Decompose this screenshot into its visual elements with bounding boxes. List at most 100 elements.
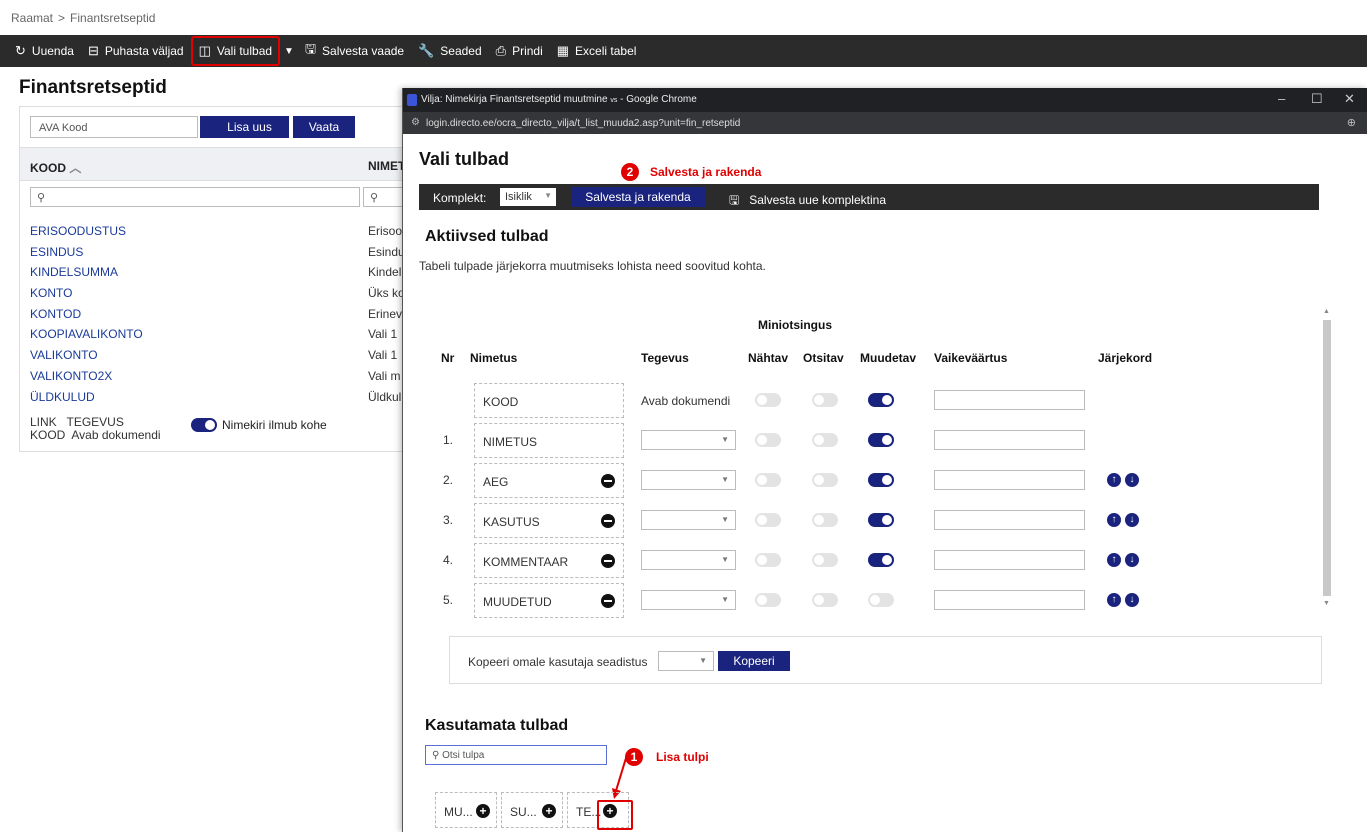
visible-toggle[interactable] (755, 593, 786, 610)
maximize-icon[interactable]: ☐ (1311, 91, 1323, 107)
toggle-switch[interactable] (812, 593, 838, 607)
scroll-up-icon[interactable]: ▲ (1323, 308, 1330, 315)
unused-column-card[interactable]: MU... + (435, 792, 497, 828)
remove-circle-icon[interactable] (601, 514, 615, 528)
save-as-new-set-button[interactable]: 🖫 Salvesta uue komplektina (729, 191, 886, 212)
print-button[interactable]: ⎙ Prindi (489, 35, 550, 67)
close-icon[interactable]: ✕ (1344, 91, 1355, 107)
view-dropdown-caret-icon[interactable]: ▼ (280, 46, 298, 57)
row-code-link[interactable]: ÜLDKULUD (30, 390, 95, 404)
column-card[interactable]: KOOD (474, 383, 624, 418)
visible-toggle[interactable] (755, 513, 786, 530)
column-header-name[interactable]: NIMET (368, 159, 405, 173)
scroll-down-icon[interactable]: ▼ (1323, 600, 1330, 607)
view-button[interactable]: Vaata (293, 116, 355, 138)
row-code-link[interactable]: VALIKONTO (30, 348, 98, 362)
action-select[interactable]: ▼ (641, 430, 736, 450)
editable-toggle[interactable] (868, 393, 899, 410)
default-value-input[interactable] (934, 510, 1085, 530)
row-code-link[interactable]: KOOPIAVALIKONTO (30, 327, 143, 341)
move-up-icon[interactable]: ↑ (1107, 513, 1121, 527)
editable-toggle[interactable] (868, 553, 899, 570)
action-select[interactable]: ▼ (641, 550, 736, 570)
action-select[interactable]: ▼ (641, 590, 736, 610)
open-code-input[interactable]: AVA Kood (30, 116, 198, 138)
toggle-switch[interactable] (755, 593, 781, 607)
default-value-input[interactable] (934, 550, 1085, 570)
column-card[interactable]: KOMMENTAAR (474, 543, 624, 578)
toggle-switch[interactable] (755, 473, 781, 487)
remove-circle-icon[interactable] (601, 554, 615, 568)
toggle-switch[interactable] (191, 418, 217, 432)
row-code-link[interactable]: ERISOODUSTUS (30, 224, 126, 238)
row-code-link[interactable]: ESINDUS (30, 245, 83, 259)
column-card[interactable]: MUUDETUD (474, 583, 624, 618)
searchable-toggle[interactable] (812, 433, 843, 450)
toggle-switch[interactable] (755, 393, 781, 407)
row-code-link[interactable]: VALIKONTO2X (30, 369, 112, 383)
toggle-switch[interactable] (755, 553, 781, 567)
visible-toggle[interactable] (755, 473, 786, 490)
site-settings-icon[interactable]: ⚙ (411, 117, 420, 128)
toggle-switch[interactable] (868, 433, 894, 447)
toggle-switch[interactable] (812, 513, 838, 527)
move-down-icon[interactable]: ↓ (1125, 553, 1139, 567)
scrollbar-thumb[interactable] (1323, 320, 1331, 596)
editable-toggle[interactable] (868, 593, 899, 610)
list-immediate-toggle[interactable]: Nimekiri ilmub kohe (191, 418, 327, 432)
clear-fields-button[interactable]: ⊟ Puhasta väljad (81, 35, 191, 67)
add-new-button[interactable]: Lisa uus (210, 116, 289, 138)
choose-columns-button[interactable]: ◫ Vali tulbad (190, 36, 281, 66)
move-down-icon[interactable]: ↓ (1125, 513, 1139, 527)
visible-toggle[interactable] (755, 433, 786, 450)
copy-button[interactable]: Kopeeri (718, 651, 790, 671)
remove-circle-icon[interactable] (601, 594, 615, 608)
unused-column-card[interactable]: SU... + (501, 792, 563, 828)
default-value-input[interactable] (934, 430, 1085, 450)
settings-button[interactable]: 🔧 Seaded (411, 35, 489, 67)
toggle-switch[interactable] (812, 553, 838, 567)
toggle-switch[interactable] (812, 433, 838, 447)
toggle-switch[interactable] (868, 393, 894, 407)
toggle-switch[interactable] (868, 473, 894, 487)
scrollbar[interactable]: ▲ ▼ (1321, 308, 1333, 608)
editable-toggle[interactable] (868, 513, 899, 530)
save-apply-button[interactable]: Salvesta ja rakenda (571, 187, 705, 207)
minimize-icon[interactable]: – (1278, 91, 1285, 106)
default-value-input[interactable] (934, 590, 1085, 610)
default-value-input[interactable] (934, 390, 1085, 410)
toggle-switch[interactable] (755, 433, 781, 447)
toggle-switch[interactable] (812, 473, 838, 487)
searchable-toggle[interactable] (812, 513, 843, 530)
remove-circle-icon[interactable] (601, 474, 615, 488)
move-up-icon[interactable]: ↑ (1107, 553, 1121, 567)
column-card[interactable]: NIMETUS (474, 423, 624, 458)
editable-toggle[interactable] (868, 473, 899, 490)
add-circle-icon[interactable]: + (476, 804, 490, 818)
toggle-switch[interactable] (812, 393, 838, 407)
move-up-icon[interactable]: ↑ (1107, 473, 1121, 487)
search-columns-input[interactable]: ⚲ Otsi tulpa (425, 745, 607, 765)
copy-user-select[interactable]: ▼ (658, 651, 714, 671)
column-card[interactable]: KASUTUS (474, 503, 624, 538)
column-card[interactable]: AEG (474, 463, 624, 498)
save-view-button[interactable]: 🖫 Salvesta vaade (298, 35, 411, 67)
action-select[interactable]: ▼ (641, 510, 736, 530)
excel-button[interactable]: ▦ Exceli tabel (550, 35, 644, 67)
zoom-icon[interactable]: ⊕ (1347, 116, 1356, 129)
move-down-icon[interactable]: ↓ (1125, 473, 1139, 487)
searchable-toggle[interactable] (812, 393, 843, 410)
searchable-toggle[interactable] (812, 593, 843, 610)
move-down-icon[interactable]: ↓ (1125, 593, 1139, 607)
searchable-toggle[interactable] (812, 473, 843, 490)
action-select[interactable]: ▼ (641, 470, 736, 490)
url-text[interactable]: login.directo.ee/ocra_directo_vilja/t_li… (426, 118, 740, 129)
column-header-code[interactable]: KOOD ︿ (30, 159, 81, 176)
breadcrumb-root[interactable]: Raamat (11, 11, 53, 25)
toggle-switch[interactable] (868, 553, 894, 567)
toggle-switch[interactable] (755, 513, 781, 527)
move-up-icon[interactable]: ↑ (1107, 593, 1121, 607)
visible-toggle[interactable] (755, 393, 786, 410)
code-filter-input[interactable]: ⚲ (30, 187, 360, 207)
set-select[interactable]: Isiklik ▼ (500, 188, 556, 206)
